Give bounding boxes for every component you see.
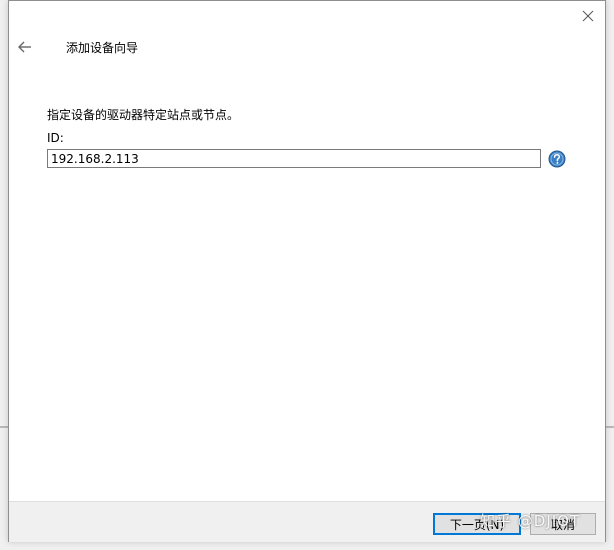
id-input[interactable]	[47, 149, 541, 168]
wizard-footer: 下一页(N) 取消	[9, 501, 605, 542]
instruction-text: 指定设备的驱动器特定站点或节点。	[47, 108, 240, 122]
back-button[interactable]	[15, 37, 35, 57]
close-icon	[582, 10, 594, 22]
add-device-wizard-dialog: 添加设备向导 指定设备的驱动器特定站点或节点。 ID: 下一页(N) 取消	[8, 0, 606, 542]
wizard-title: 添加设备向导	[66, 41, 139, 55]
cancel-button[interactable]: 取消	[530, 513, 596, 535]
help-icon[interactable]	[548, 150, 566, 168]
id-label: ID:	[47, 131, 64, 145]
arrow-left-icon	[18, 41, 31, 53]
next-button[interactable]: 下一页(N)	[433, 513, 521, 535]
close-button[interactable]	[577, 5, 599, 27]
